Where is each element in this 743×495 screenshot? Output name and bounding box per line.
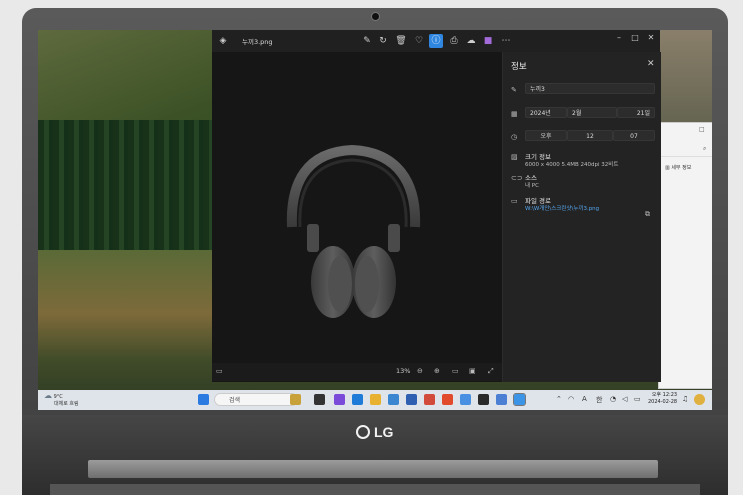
background-window[interactable]: □ ⌕ ▥ 세부 정보	[658, 122, 712, 389]
search-box[interactable]: 검색	[214, 393, 298, 406]
wifi-icon[interactable]: ◔	[610, 395, 616, 403]
network-icon[interactable]: ◠	[568, 395, 574, 403]
year-field[interactable]: 2024년	[525, 107, 567, 118]
wallpaper-forest	[38, 120, 218, 250]
source-value: 내 PC	[525, 183, 539, 189]
clipchamp-icon[interactable]: ■	[481, 34, 495, 48]
weather-icon: ☁	[44, 391, 52, 400]
brand-text: LG	[374, 424, 394, 440]
maximize-icon[interactable]: □	[628, 33, 642, 42]
photos-taskbar-icon[interactable]	[513, 393, 526, 406]
zoom-level: 13%	[396, 367, 411, 375]
brand-logo: LG	[356, 424, 393, 440]
search-icon[interactable]: ⌕	[703, 145, 706, 153]
actual-size-icon[interactable]: ▭	[452, 367, 459, 375]
folder-icon: ▭	[511, 197, 518, 205]
webcam	[371, 12, 380, 21]
task-view-icon[interactable]	[314, 394, 325, 405]
system-clock[interactable]: 오후 12:23 2024-02-28	[648, 392, 677, 406]
keyboard-edge	[50, 484, 700, 495]
rename-icon: ✎	[511, 86, 517, 94]
lg-logo-icon	[356, 425, 370, 439]
file-name: 누끼3.png	[242, 38, 273, 46]
panel-title: 정보	[511, 62, 527, 72]
divider	[659, 156, 712, 157]
weather-temp: 9°C	[53, 394, 63, 400]
viewer-bottom-bar: ▭ 13% ⊖ ⊕ ▭ ▣ ⤢	[212, 363, 502, 381]
zoom-out-icon[interactable]: ⊖	[417, 367, 423, 375]
minute-field[interactable]: 07	[613, 130, 655, 141]
rotate-icon[interactable]: ↻	[376, 34, 390, 48]
taskbar: ☁ 9°C 대체로 흐림 ⌕ 검색 ⌃ ◠ A 한 ◔ ◁ ▭ 오후 12:23…	[38, 390, 712, 410]
weather-text: 대체로 흐림	[54, 401, 79, 407]
tray-chevron-icon[interactable]: ⌃	[556, 395, 562, 403]
clock-icon: ◷	[511, 133, 518, 141]
window-close-icon[interactable]: □	[699, 126, 705, 133]
weather-widget[interactable]: ☁ 9°C 대체로 흐림	[44, 392, 79, 408]
close-icon[interactable]: ✕	[644, 33, 658, 42]
edit-icon[interactable]: ✎	[360, 34, 374, 48]
chrome-icon[interactable]	[460, 394, 471, 405]
settings-icon[interactable]	[496, 394, 507, 405]
details-label: 세부 정보	[671, 165, 692, 171]
info-panel: 정보 ✕ ✎ 누끼3 ▦ 2024년 2월 21일 ◷ 오후 12 07 ▨ 크…	[502, 52, 661, 382]
more-options-icon[interactable]: ⋯	[499, 34, 513, 48]
notification-bell-icon[interactable]: ♫	[682, 395, 688, 403]
delete-icon[interactable]: 🗑	[394, 34, 408, 48]
copy-icon[interactable]: ⧉	[645, 210, 653, 219]
office-icon[interactable]	[424, 394, 435, 405]
laptop-hinge	[88, 460, 658, 478]
hour-field[interactable]: 12	[567, 130, 613, 141]
share-cloud-icon[interactable]: ☁	[464, 34, 478, 48]
mail-icon[interactable]	[406, 394, 417, 405]
ime-indicator[interactable]: 한	[596, 395, 602, 405]
headphones-image	[286, 144, 421, 318]
zoom-in-icon[interactable]: ⊕	[434, 367, 440, 375]
chat-icon[interactable]	[334, 394, 345, 405]
clock-date: 2024-02-28	[648, 399, 678, 405]
favorite-icon[interactable]: ♡	[412, 34, 426, 48]
link-icon: ⊂⊃	[511, 174, 523, 182]
title-bar: ◈ 누끼3.png ✎ ↻ 🗑 ♡ ⓘ ⎙ ☁ ■ ⋯ – □ ✕	[212, 30, 660, 52]
copilot-icon[interactable]	[694, 394, 705, 405]
photos-app-window: ◈ 누끼3.png ✎ ↻ 🗑 ♡ ⓘ ⎙ ☁ ■ ⋯ – □ ✕ ▭ 13% …	[212, 30, 661, 382]
store-icon[interactable]	[388, 394, 399, 405]
media-icon[interactable]	[478, 394, 489, 405]
filmstrip-icon[interactable]: ▭	[216, 367, 223, 375]
image-viewer[interactable]	[212, 52, 502, 382]
size-values: 6000 x 4000 5.4MB 240dpi 32비트	[525, 162, 619, 168]
minimize-icon[interactable]: –	[612, 33, 626, 42]
image-size-icon: ▨	[511, 153, 518, 161]
calendar-icon: ▦	[511, 110, 518, 118]
volume-icon[interactable]: ◁	[622, 395, 627, 403]
info-icon[interactable]: ⓘ	[429, 34, 443, 48]
edge-icon[interactable]	[352, 394, 363, 405]
file-explorer-icon[interactable]	[370, 394, 381, 405]
panel-close-icon[interactable]: ✕	[647, 59, 655, 69]
day-field[interactable]: 21일	[617, 107, 655, 118]
name-field[interactable]: 누끼3	[525, 83, 655, 94]
slideshow-icon[interactable]: ▣	[469, 367, 476, 375]
app-icon-red[interactable]	[442, 394, 453, 405]
print-icon[interactable]: ⎙	[447, 34, 461, 48]
details-button[interactable]: ▥ 세부 정보	[665, 164, 691, 171]
fullscreen-icon[interactable]: ⤢	[488, 367, 494, 376]
game-widget-icon[interactable]	[290, 394, 301, 405]
desktop-screen: □ ⌕ ▥ 세부 정보 ◈ 누끼3.png ✎ ↻ 🗑 ♡ ⓘ ⎙ ☁ ■ ⋯ …	[38, 30, 712, 410]
ampm-field[interactable]: 오후	[525, 130, 567, 141]
clock-time: 오후 12:23	[651, 392, 678, 398]
text-icon[interactable]: A	[582, 395, 587, 403]
photos-app-icon[interactable]: ◈	[216, 34, 230, 48]
battery-icon[interactable]: ▭	[634, 395, 641, 403]
start-icon[interactable]	[198, 394, 209, 405]
month-field[interactable]: 2월	[567, 107, 617, 118]
file-path-link[interactable]: W:\W개인\스크린샷\누끼3.png	[525, 204, 599, 212]
